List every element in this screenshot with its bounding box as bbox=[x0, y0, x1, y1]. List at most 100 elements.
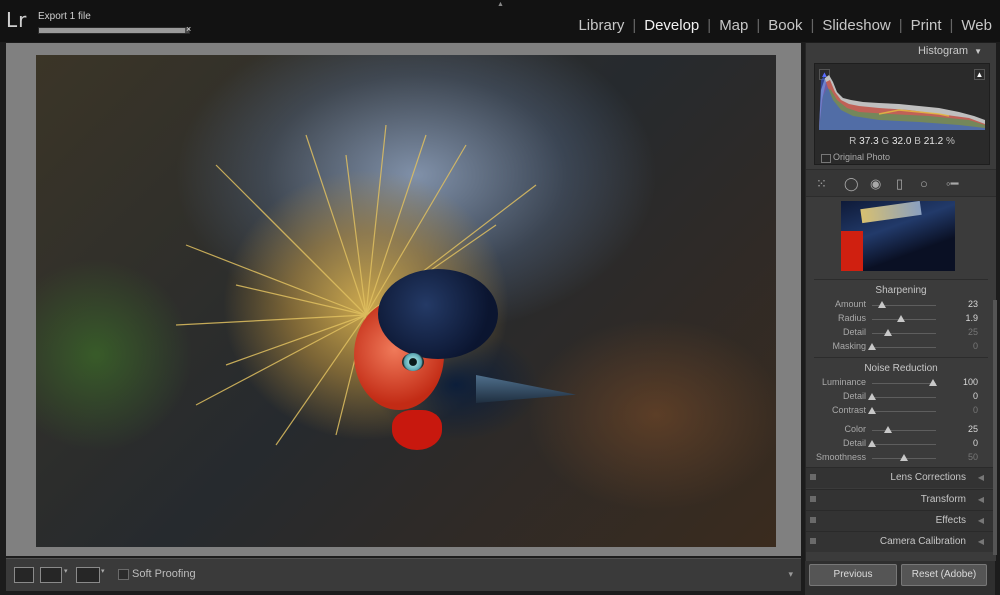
module-develop[interactable]: Develop bbox=[636, 17, 707, 34]
expand-icon[interactable]: ◀ bbox=[978, 537, 984, 546]
loupe-view-icon[interactable] bbox=[14, 567, 34, 583]
slider-handle[interactable] bbox=[896, 315, 905, 322]
panel-lens-corrections[interactable]: Lens Corrections ◀ bbox=[806, 467, 996, 488]
detail-preview-thumbnail[interactable] bbox=[841, 201, 955, 271]
reset-button[interactable]: Reset (Adobe) bbox=[901, 564, 987, 586]
noise-slider-detail[interactable]: Detail 0 bbox=[806, 391, 996, 403]
original-photo-checkbox[interactable] bbox=[821, 154, 831, 163]
slider-handle[interactable] bbox=[868, 393, 876, 400]
soft-proofing-checkbox[interactable] bbox=[118, 569, 129, 580]
slider-track[interactable] bbox=[872, 397, 936, 398]
slider-label: Masking bbox=[832, 341, 866, 351]
sharpening-title: Sharpening bbox=[875, 285, 927, 296]
crowned-crane-photo[interactable] bbox=[36, 55, 776, 547]
compare-dropdown-icon[interactable]: ▾ bbox=[101, 567, 109, 581]
thumb-highlight bbox=[860, 201, 922, 224]
slider-handle[interactable] bbox=[884, 426, 892, 433]
slider-value[interactable]: 0 bbox=[973, 391, 978, 401]
crane-wattle bbox=[392, 410, 442, 450]
slider-handle[interactable] bbox=[900, 454, 908, 461]
radial-filter-icon[interactable]: ○ bbox=[920, 176, 928, 191]
slider-handle[interactable] bbox=[868, 343, 876, 350]
previous-button[interactable]: Previous bbox=[809, 564, 897, 586]
expand-icon[interactable]: ◀ bbox=[978, 516, 984, 525]
slider-track[interactable] bbox=[872, 444, 936, 445]
slider-value[interactable]: 100 bbox=[963, 377, 978, 387]
module-book[interactable]: Book bbox=[760, 17, 810, 34]
adjustment-brush-icon[interactable]: ◦━ bbox=[946, 176, 958, 192]
rgb-b-value: 21.2 bbox=[923, 136, 944, 147]
panel-switch-icon[interactable] bbox=[810, 474, 816, 480]
top-bar: Lr Export 1 file × ▲ Library | Develop | M… bbox=[0, 0, 1000, 42]
slider-track[interactable] bbox=[872, 411, 936, 412]
rgb-g-label: G bbox=[881, 136, 890, 147]
compare-view-icon[interactable] bbox=[76, 567, 100, 583]
module-slideshow[interactable]: Slideshow bbox=[814, 17, 898, 34]
red-eye-icon[interactable]: ◉ bbox=[870, 176, 881, 192]
panel-scrollbar[interactable] bbox=[993, 300, 997, 555]
module-print[interactable]: Print bbox=[903, 17, 950, 34]
noise-slider-detail[interactable]: Detail 0 bbox=[806, 438, 996, 450]
sharpening-slider-detail[interactable]: Detail 25 bbox=[806, 327, 996, 339]
panel-button-bar: Previous Reset (Adobe) bbox=[805, 561, 995, 595]
export-progress-fill bbox=[39, 28, 185, 33]
slider-value[interactable]: 25 bbox=[968, 327, 978, 337]
noise-slider-smoothness[interactable]: Smoothness 50 bbox=[806, 452, 996, 464]
noise-slider-color[interactable]: Color 25 bbox=[806, 424, 996, 436]
histogram-collapse-icon[interactable]: ▼ bbox=[974, 47, 982, 56]
noise-slider-contrast[interactable]: Contrast 0 bbox=[806, 405, 996, 417]
module-library[interactable]: Library bbox=[570, 17, 632, 34]
panel-switch-icon[interactable] bbox=[810, 496, 816, 502]
rgb-unit: % bbox=[945, 136, 955, 147]
sharpening-slider-amount[interactable]: Amount 23 bbox=[806, 299, 996, 311]
slider-label: Color bbox=[844, 424, 866, 434]
slider-track[interactable] bbox=[872, 430, 936, 431]
noise-slider-luminance[interactable]: Luminance 100 bbox=[806, 377, 996, 389]
crop-overlay-icon[interactable]: ⁙ bbox=[816, 176, 827, 192]
slider-value[interactable]: 1.9 bbox=[965, 313, 978, 323]
panel-switch-icon[interactable] bbox=[810, 538, 816, 544]
histogram-header[interactable]: Histogram ▼ bbox=[806, 43, 996, 59]
slider-handle[interactable] bbox=[884, 329, 892, 336]
slider-value[interactable]: 25 bbox=[968, 424, 978, 434]
slider-value[interactable]: 0 bbox=[973, 341, 978, 351]
slider-label: Smoothness bbox=[815, 452, 866, 462]
lightroom-logo: Lr bbox=[6, 8, 28, 32]
slider-handle[interactable] bbox=[928, 379, 937, 386]
slider-track[interactable] bbox=[872, 383, 936, 384]
rgb-r-label: R bbox=[849, 136, 857, 147]
before-after-icon[interactable] bbox=[40, 567, 62, 583]
slider-value[interactable]: 0 bbox=[973, 438, 978, 448]
slider-handle[interactable] bbox=[868, 407, 876, 414]
export-progress-bar bbox=[38, 27, 190, 34]
sharpening-slider-masking[interactable]: Masking 0 bbox=[806, 341, 996, 353]
before-after-dropdown-icon[interactable]: ▾ bbox=[64, 567, 72, 581]
panel-toggle-top-icon[interactable]: ▲ bbox=[497, 1, 504, 8]
slider-value[interactable]: 0 bbox=[973, 405, 978, 415]
sharpening-slider-radius[interactable]: Radius 1.9 bbox=[806, 313, 996, 325]
panel-transform[interactable]: Transform ◀ bbox=[806, 489, 996, 510]
panel-switch-icon[interactable] bbox=[810, 517, 816, 523]
panel-name: Camera Calibration bbox=[879, 536, 966, 547]
close-icon[interactable]: × bbox=[186, 24, 191, 34]
panel-camera-calibration[interactable]: Camera Calibration ◀ bbox=[806, 531, 996, 552]
slider-value[interactable]: 23 bbox=[968, 299, 978, 309]
develop-tool-strip: ⁙ ◯ ◉ ▯ ○ ◦━ bbox=[806, 169, 996, 197]
module-map[interactable]: Map bbox=[711, 17, 756, 34]
spot-removal-icon[interactable]: ◯ bbox=[844, 176, 859, 192]
crane-cap bbox=[378, 269, 498, 359]
slider-track[interactable] bbox=[872, 333, 936, 334]
module-web[interactable]: Web bbox=[953, 17, 1000, 34]
slider-label: Detail bbox=[842, 391, 866, 401]
slider-value[interactable]: 50 bbox=[968, 452, 978, 462]
toolbar-menu-icon[interactable]: ▾ bbox=[788, 569, 793, 580]
expand-icon[interactable]: ◀ bbox=[978, 473, 984, 482]
slider-handle[interactable] bbox=[877, 301, 886, 308]
slider-track[interactable] bbox=[872, 347, 936, 348]
graduated-filter-icon[interactable]: ▯ bbox=[896, 176, 903, 192]
expand-icon[interactable]: ◀ bbox=[978, 495, 984, 504]
panel-effects[interactable]: Effects ◀ bbox=[806, 510, 996, 531]
slider-label: Amount bbox=[834, 299, 866, 309]
slider-handle[interactable] bbox=[868, 440, 876, 447]
panel-divider bbox=[814, 279, 988, 280]
